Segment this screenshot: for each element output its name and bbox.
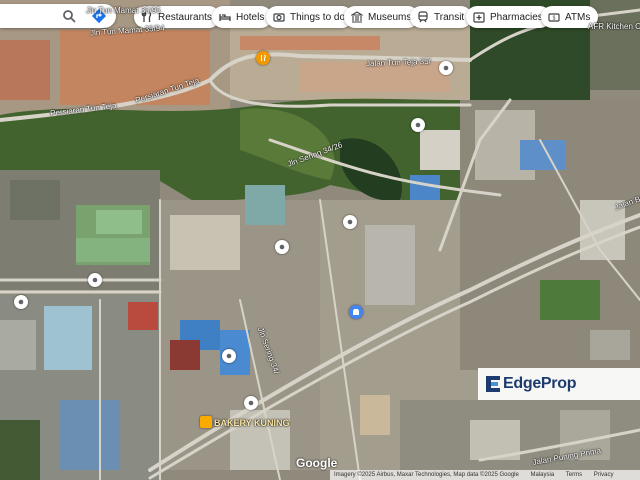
shop-pin-icon[interactable] — [349, 305, 363, 319]
map-attribution: Imagery ©2025 Airbus, Maxar Technologies… — [330, 470, 640, 480]
train-icon — [416, 10, 430, 24]
chip-museums[interactable]: Museums — [344, 6, 420, 28]
chip-label: Transit — [434, 11, 465, 23]
place-pin-icon[interactable] — [343, 215, 357, 229]
watermark-brand: EdgeProp — [503, 375, 577, 392]
country-link[interactable]: Malaysia — [531, 472, 555, 478]
search-icon[interactable] — [60, 7, 78, 25]
satellite-map[interactable] — [0, 0, 640, 480]
chip-label: Things to do — [290, 11, 346, 23]
edgeprop-logo-icon — [486, 376, 500, 392]
restaurant-pin-icon[interactable] — [256, 51, 270, 65]
chip-pharmacies[interactable]: Pharmacies — [466, 6, 551, 28]
chip-label: Museums — [368, 11, 412, 23]
google-logo: Google — [296, 456, 338, 470]
place-label[interactable]: AFR Kitchen Cabin — [588, 22, 640, 31]
place-pin-icon[interactable] — [14, 295, 28, 309]
pharmacy-icon — [472, 10, 486, 24]
atm-icon: $ — [547, 10, 561, 24]
privacy-link[interactable]: Privacy — [594, 472, 614, 478]
place-pin-icon[interactable] — [439, 61, 453, 75]
chip-label: Hotels — [236, 11, 265, 23]
place-pin-icon[interactable] — [244, 396, 258, 410]
museum-icon — [350, 10, 364, 24]
imagery-credit: Imagery ©2025 Airbus, Maxar Technologies… — [334, 472, 519, 478]
chip-label: Restaurants — [158, 11, 212, 23]
chip-hotels[interactable]: Hotels — [212, 6, 273, 28]
chip-transit[interactable]: Transit — [410, 6, 473, 28]
place-pin-icon[interactable] — [411, 118, 425, 132]
terms-link[interactable]: Terms — [566, 472, 582, 478]
bed-icon — [218, 10, 232, 24]
place-pin-icon[interactable] — [88, 273, 102, 287]
camera-icon — [272, 10, 286, 24]
chip-things-to-do[interactable]: Things to do — [266, 6, 354, 28]
chip-label: Pharmacies — [490, 11, 543, 23]
chip-label: ATMs — [565, 11, 591, 23]
bakery-pin-icon[interactable] — [200, 416, 212, 428]
place-pin-icon[interactable] — [275, 240, 289, 254]
road-label: Jln Tun Mamat 35/95 — [86, 6, 161, 15]
place-label[interactable]: BAKERY KUNING — [214, 418, 290, 428]
place-pin-icon[interactable] — [222, 349, 236, 363]
svg-text:$: $ — [553, 16, 556, 22]
edgeprop-watermark: EdgeProp — [478, 368, 640, 400]
